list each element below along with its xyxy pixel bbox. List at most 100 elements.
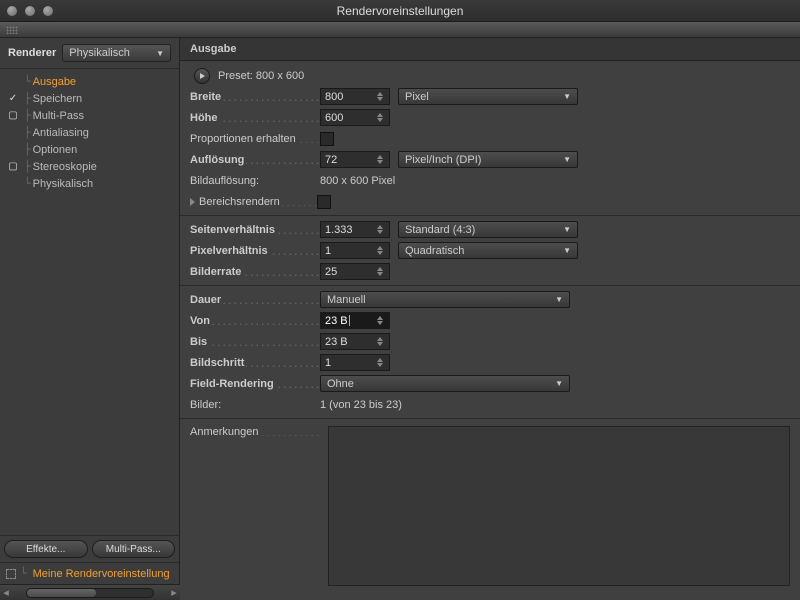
titlebar: Rendervoreinstellungen bbox=[0, 0, 800, 22]
field-dropdown[interactable]: Ohne▼ bbox=[320, 375, 570, 392]
height-input[interactable]: 600 bbox=[320, 109, 390, 126]
chevron-down-icon: ▼ bbox=[563, 225, 571, 234]
width-label: Breite bbox=[190, 91, 223, 103]
resolution-unit-dropdown[interactable]: Pixel/Inch (DPI)▼ bbox=[398, 151, 578, 168]
step-up-icon[interactable] bbox=[377, 267, 383, 271]
step-down-icon[interactable] bbox=[377, 321, 383, 325]
fps-label: Bilderrate bbox=[190, 266, 243, 278]
disclosure-icon[interactable] bbox=[190, 198, 195, 206]
range-label: Dauer bbox=[190, 294, 223, 306]
multipass-button[interactable]: Multi-Pass... bbox=[92, 540, 176, 558]
from-label: Von bbox=[190, 315, 212, 327]
scroll-thumb[interactable] bbox=[27, 589, 96, 597]
frames-label: Bilder: bbox=[190, 399, 223, 411]
grip-icon[interactable] bbox=[6, 26, 18, 34]
pixelaspect-label: Pixelverhältnis bbox=[190, 245, 270, 257]
window-title: Rendervoreinstellungen bbox=[0, 4, 800, 18]
sidebar-item-stereoskopie[interactable]: ▢ ├ Stereoskopie bbox=[0, 158, 179, 175]
preset-play-button[interactable] bbox=[194, 68, 210, 84]
resolution-input[interactable]: 72 bbox=[320, 151, 390, 168]
image-res-label: Bildauflösung: bbox=[190, 175, 261, 187]
to-label: Bis bbox=[190, 336, 209, 348]
notes-textarea[interactable] bbox=[328, 426, 790, 586]
sidebar-item-antialiasing[interactable]: ├ Antialiasing bbox=[0, 124, 179, 141]
fps-input[interactable]: 25 bbox=[320, 263, 390, 280]
window-controls bbox=[6, 5, 54, 17]
minimize-icon[interactable] bbox=[24, 5, 36, 17]
step-down-icon[interactable] bbox=[377, 251, 383, 255]
check-icon bbox=[6, 126, 20, 140]
step-label: Bildschritt bbox=[190, 357, 246, 369]
scroll-left-icon[interactable]: ◂ bbox=[0, 586, 12, 599]
sidebar: Renderer Physikalisch ▼ └ Ausgabe ✓ ├ Sp… bbox=[0, 38, 180, 600]
panel-title: Ausgabe bbox=[180, 38, 800, 61]
step-up-icon[interactable] bbox=[377, 92, 383, 96]
notes-label: Anmerkungen bbox=[190, 426, 261, 438]
check-icon[interactable]: ▢ bbox=[6, 160, 20, 174]
content-panel: Ausgabe Preset: 800 x 600 Breite 800 Pix… bbox=[180, 38, 800, 600]
region-checkbox[interactable] bbox=[317, 195, 331, 209]
pixelaspect-input[interactable]: 1 bbox=[320, 242, 390, 259]
renderer-value: Physikalisch bbox=[69, 47, 130, 59]
sidebar-item-optionen[interactable]: ├ Optionen bbox=[0, 141, 179, 158]
zoom-icon[interactable] bbox=[42, 5, 54, 17]
chevron-down-icon: ▼ bbox=[555, 295, 563, 304]
step-up-icon[interactable] bbox=[377, 358, 383, 362]
frames-value: 1 (von 23 bis 23) bbox=[320, 399, 402, 411]
step-up-icon[interactable] bbox=[377, 155, 383, 159]
step-input[interactable]: 1 bbox=[320, 354, 390, 371]
check-icon bbox=[6, 143, 20, 157]
step-down-icon[interactable] bbox=[377, 363, 383, 367]
renderer-label: Renderer bbox=[8, 47, 56, 59]
step-down-icon[interactable] bbox=[377, 342, 383, 346]
region-label: Bereichsrendern bbox=[199, 196, 282, 208]
preset-icon bbox=[6, 569, 16, 579]
check-icon bbox=[6, 177, 20, 191]
field-label: Field-Rendering bbox=[190, 378, 276, 390]
width-input[interactable]: 800 bbox=[320, 88, 390, 105]
text-cursor bbox=[349, 315, 350, 326]
preset-label: Preset: 800 x 600 bbox=[218, 70, 304, 82]
check-icon[interactable]: ✓ bbox=[6, 92, 20, 106]
filmaspect-input[interactable]: 1.333 bbox=[320, 221, 390, 238]
filmaspect-label: Seitenverhältnis bbox=[190, 224, 277, 236]
chevron-down-icon: ▼ bbox=[563, 155, 571, 164]
step-up-icon[interactable] bbox=[377, 113, 383, 117]
pixelaspect-dropdown[interactable]: Quadratisch▼ bbox=[398, 242, 578, 259]
step-down-icon[interactable] bbox=[377, 118, 383, 122]
sidebar-item-ausgabe[interactable]: └ Ausgabe bbox=[0, 73, 179, 90]
toolbar-strip bbox=[0, 22, 800, 38]
sidebar-item-speichern[interactable]: ✓ ├ Speichern bbox=[0, 90, 179, 107]
check-icon bbox=[6, 75, 20, 89]
step-up-icon[interactable] bbox=[377, 337, 383, 341]
sidebar-item-multipass[interactable]: ▢ ├ Multi-Pass bbox=[0, 107, 179, 124]
from-input[interactable]: 23 B bbox=[320, 312, 390, 329]
step-up-icon[interactable] bbox=[377, 225, 383, 229]
lock-checkbox[interactable] bbox=[320, 132, 334, 146]
settings-tree: └ Ausgabe ✓ ├ Speichern ▢ ├ Multi-Pass ├… bbox=[0, 69, 179, 535]
width-unit-dropdown[interactable]: Pixel▼ bbox=[398, 88, 578, 105]
image-res-value: 800 x 600 Pixel bbox=[320, 175, 395, 187]
range-dropdown[interactable]: Manuell▼ bbox=[320, 291, 570, 308]
renderer-dropdown[interactable]: Physikalisch ▼ bbox=[62, 44, 171, 62]
step-up-icon[interactable] bbox=[377, 316, 383, 320]
step-down-icon[interactable] bbox=[377, 272, 383, 276]
sidebar-scrollbar[interactable]: ◂ ▸ bbox=[0, 584, 180, 600]
chevron-down-icon: ▼ bbox=[563, 246, 571, 255]
sidebar-item-physikalisch[interactable]: └ Physikalisch bbox=[0, 175, 179, 192]
effects-button[interactable]: Effekte... bbox=[4, 540, 88, 558]
check-icon[interactable]: ▢ bbox=[6, 109, 20, 123]
close-icon[interactable] bbox=[6, 5, 18, 17]
step-down-icon[interactable] bbox=[377, 97, 383, 101]
to-input[interactable]: 23 B bbox=[320, 333, 390, 350]
step-down-icon[interactable] bbox=[377, 160, 383, 164]
step-down-icon[interactable] bbox=[377, 230, 383, 234]
filmaspect-dropdown[interactable]: Standard (4:3)▼ bbox=[398, 221, 578, 238]
chevron-down-icon: ▼ bbox=[563, 92, 571, 101]
step-up-icon[interactable] bbox=[377, 246, 383, 250]
scroll-right-icon[interactable]: ▸ bbox=[168, 586, 180, 599]
chevron-down-icon: ▼ bbox=[555, 379, 563, 388]
my-render-settings[interactable]: └ Meine Rendervoreinstellung bbox=[0, 562, 179, 584]
play-icon bbox=[200, 73, 205, 79]
lock-label: Proportionen erhalten bbox=[190, 133, 298, 145]
